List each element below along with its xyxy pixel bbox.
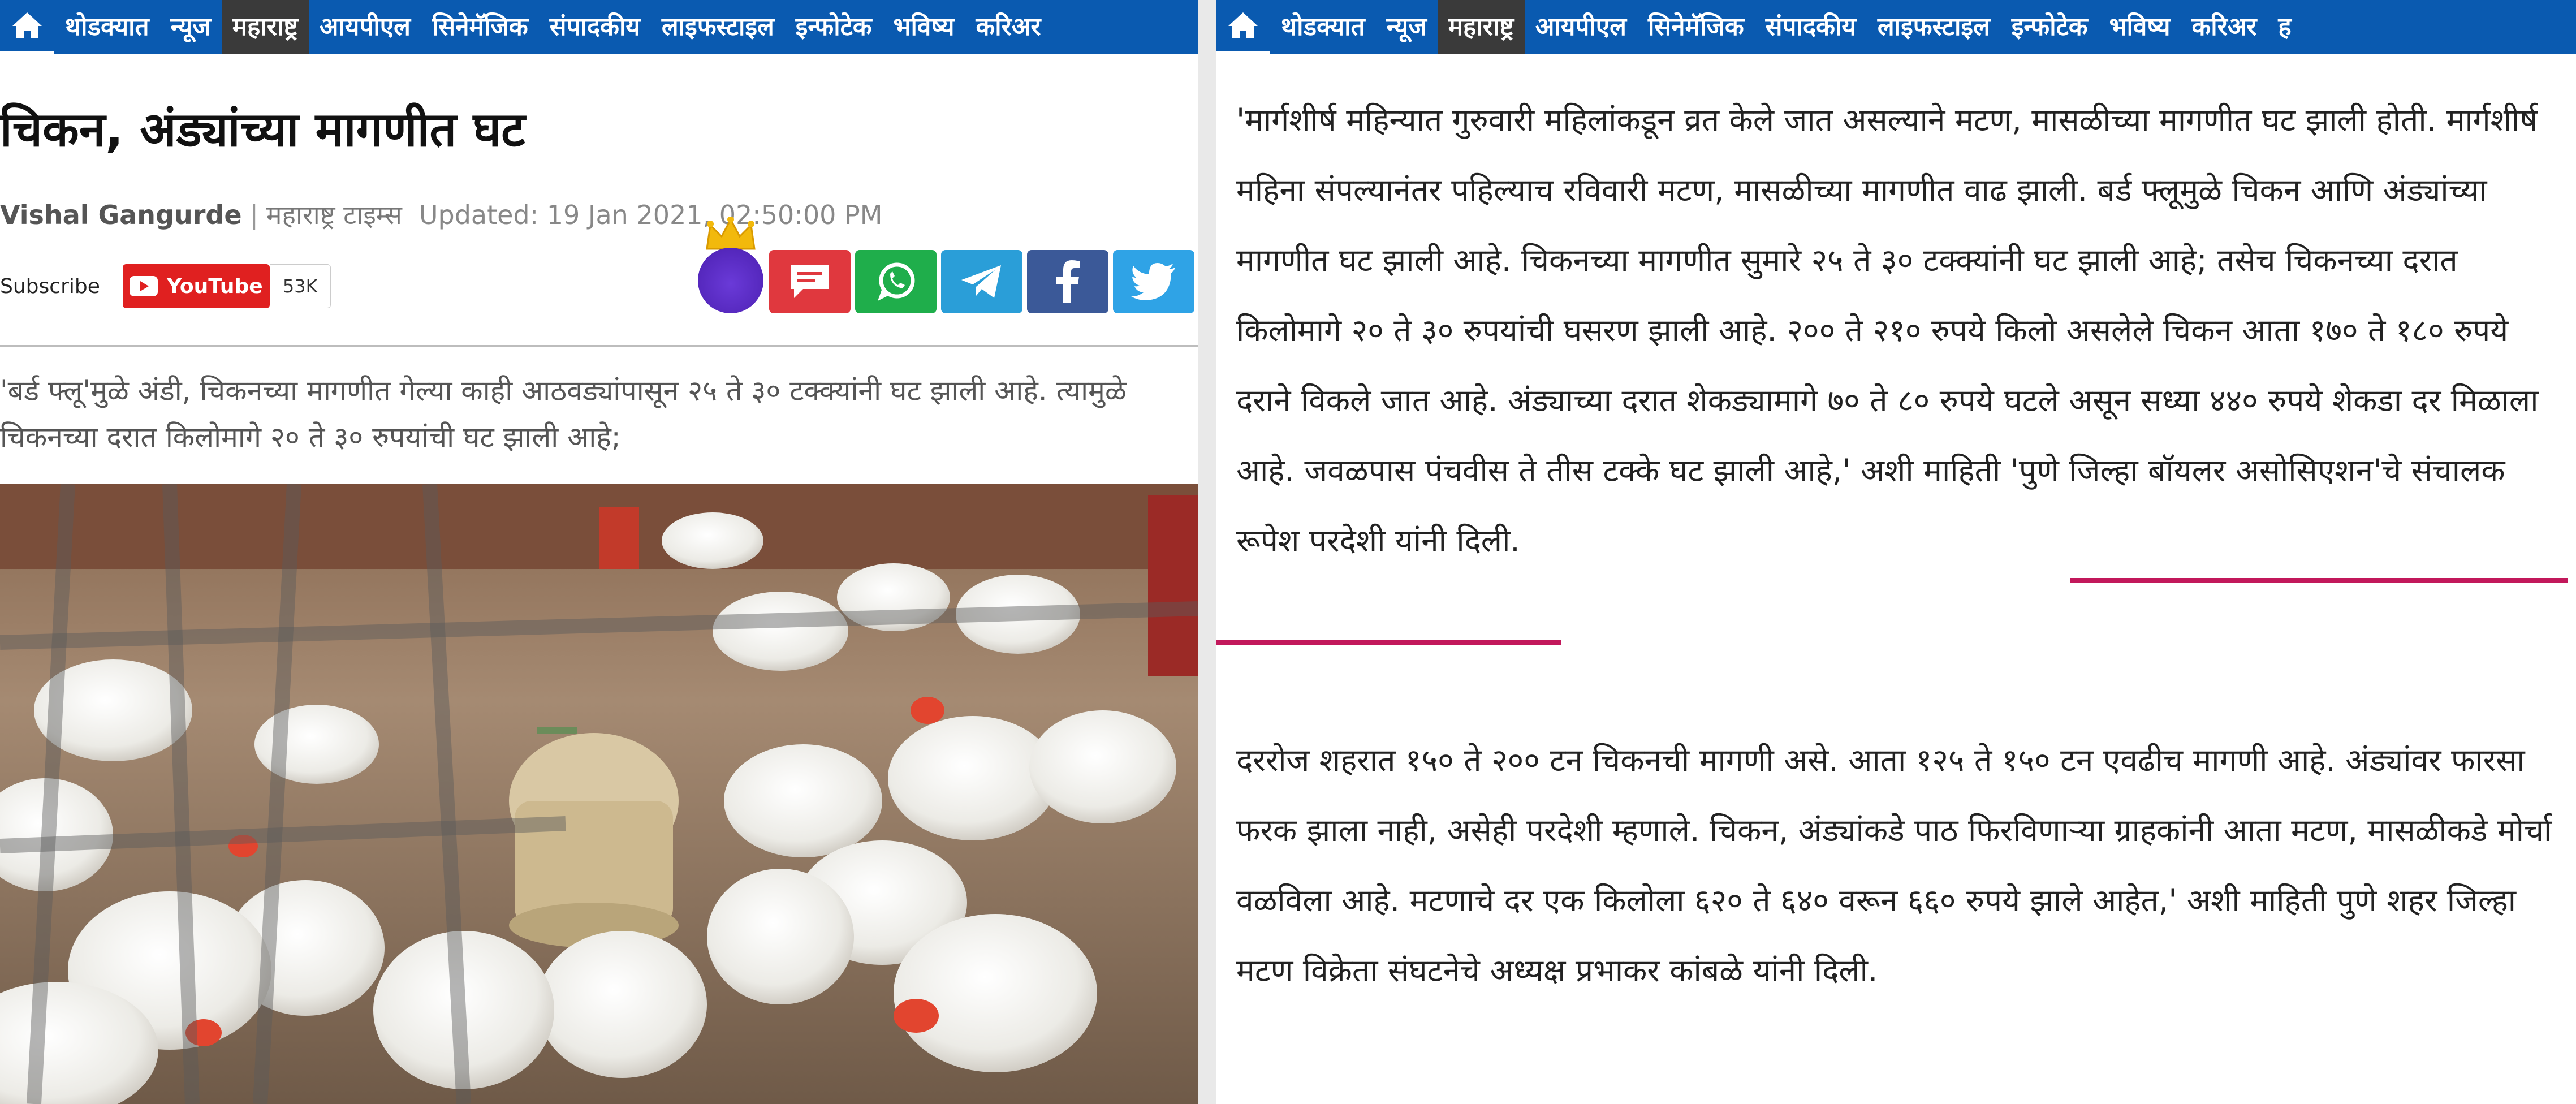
- nav-item-lifestyle[interactable]: लाइफस्टाइल: [1867, 0, 2001, 54]
- nav-home-button[interactable]: [0, 0, 54, 54]
- nav-item-news[interactable]: न्यूज: [1376, 0, 1438, 54]
- subscriber-count: 53K: [269, 264, 331, 308]
- twitter-share-button[interactable]: [1113, 250, 1194, 313]
- telegram-icon: [961, 265, 1001, 298]
- nav-item-thodkyat[interactable]: थोडक्यात: [1270, 0, 1376, 54]
- whatsapp-share-button[interactable]: [855, 250, 937, 313]
- article-headline: चिकन, अंड्यांच्या मागणीत घट: [0, 102, 525, 157]
- right-screenshot-panel: थोडक्यात न्यूज महाराष्ट्र आयपीएल सिनेमॅज…: [1216, 0, 2576, 1104]
- nav-item-bhavishya[interactable]: भविष्य: [883, 0, 965, 54]
- youtube-subscribe-row: Subscribe YouTube 53K: [0, 264, 331, 309]
- nav-item-news[interactable]: न्यूज: [160, 0, 222, 54]
- highlight-underline-2: [1216, 640, 1561, 645]
- top-nav-bar: थोडक्यात न्यूज महाराष्ट्र आयपीएल सिनेमॅज…: [0, 0, 1198, 54]
- nav-item-editorial[interactable]: संपादकीय: [539, 0, 651, 54]
- nav-item-cinemagic[interactable]: सिनेमॅजिक: [421, 0, 539, 54]
- share-buttons: [697, 217, 1194, 313]
- top-nav-bar: थोडक्यात न्यूज महाराष्ट्र आयपीएल सिनेमॅज…: [1216, 0, 2576, 54]
- youtube-subscribe-button[interactable]: YouTube: [122, 264, 270, 308]
- whatsapp-icon: [878, 262, 915, 301]
- highlight-underline-1: [2070, 578, 2568, 583]
- source-name: महाराष्ट्र टाइम्स: [266, 200, 402, 230]
- nav-item-cinemagic[interactable]: सिनेमॅजिक: [1637, 0, 1755, 54]
- article-paragraph-2: दररोज शहरात १५० ते २०० टन चिकनची मागणी अ…: [1236, 742, 2552, 989]
- nav-item-editorial[interactable]: संपादकीय: [1755, 0, 1867, 54]
- article-summary: 'बर्ड फ्लू'मुळे अंडी, चिकनच्या मागणीत गे…: [0, 374, 1127, 454]
- nav-item-career[interactable]: करिअर: [2181, 0, 2268, 54]
- nav-item-bhavishya[interactable]: भविष्य: [2099, 0, 2181, 54]
- subscribe-label: Subscribe: [0, 274, 100, 298]
- facebook-share-button[interactable]: [1027, 250, 1108, 313]
- premium-circle: [698, 248, 763, 313]
- nav-item-infotech[interactable]: इन्फोटेक: [785, 0, 883, 54]
- nav-home-button[interactable]: [1216, 0, 1270, 54]
- twitter-icon: [1131, 263, 1175, 300]
- nav-item-lifestyle[interactable]: लाइफस्टाइल: [651, 0, 785, 54]
- nav-item-infotech[interactable]: इन्फोटेक: [2001, 0, 2099, 54]
- byline-separator: |: [249, 200, 259, 230]
- nav-item-thodkyat[interactable]: थोडक्यात: [54, 0, 160, 54]
- home-icon: [12, 12, 42, 38]
- panel-gutter: [1198, 0, 1216, 1104]
- chicken-coop-photo: [0, 484, 1198, 1104]
- telegram-share-button[interactable]: [941, 250, 1022, 313]
- nav-item-ipl[interactable]: आयपीएल: [309, 0, 421, 54]
- home-icon: [1228, 12, 1258, 38]
- left-screenshot-panel: थोडक्यात न्यूज महाराष्ट्र आयपीएल सिनेमॅज…: [0, 0, 1198, 1104]
- nav-item-maharashtra[interactable]: महाराष्ट्र: [1437, 0, 1525, 54]
- comment-icon: [791, 265, 829, 298]
- byline-divider: [0, 345, 1198, 347]
- article-paragraph-1: 'मार्गशीर्ष महिन्यात गुरुवारी महिलांकडून…: [1236, 102, 2539, 559]
- nav-item-maharashtra[interactable]: महाराष्ट्र: [221, 0, 309, 54]
- facebook-icon: [1056, 260, 1080, 303]
- nav-item-career[interactable]: करिअर: [965, 0, 1052, 54]
- comment-button[interactable]: [769, 250, 851, 313]
- nav-item-ipl[interactable]: आयपीएल: [1525, 0, 1637, 54]
- nav-item-more[interactable]: ह: [2267, 0, 2302, 54]
- youtube-label: YouTube: [167, 274, 263, 298]
- crown-icon: [706, 217, 756, 250]
- youtube-play-icon: [130, 276, 158, 296]
- author-name-link[interactable]: Vishal Gangurde: [0, 200, 242, 230]
- article-photo-chickens: [0, 484, 1198, 1104]
- premium-crown-button[interactable]: [697, 217, 765, 313]
